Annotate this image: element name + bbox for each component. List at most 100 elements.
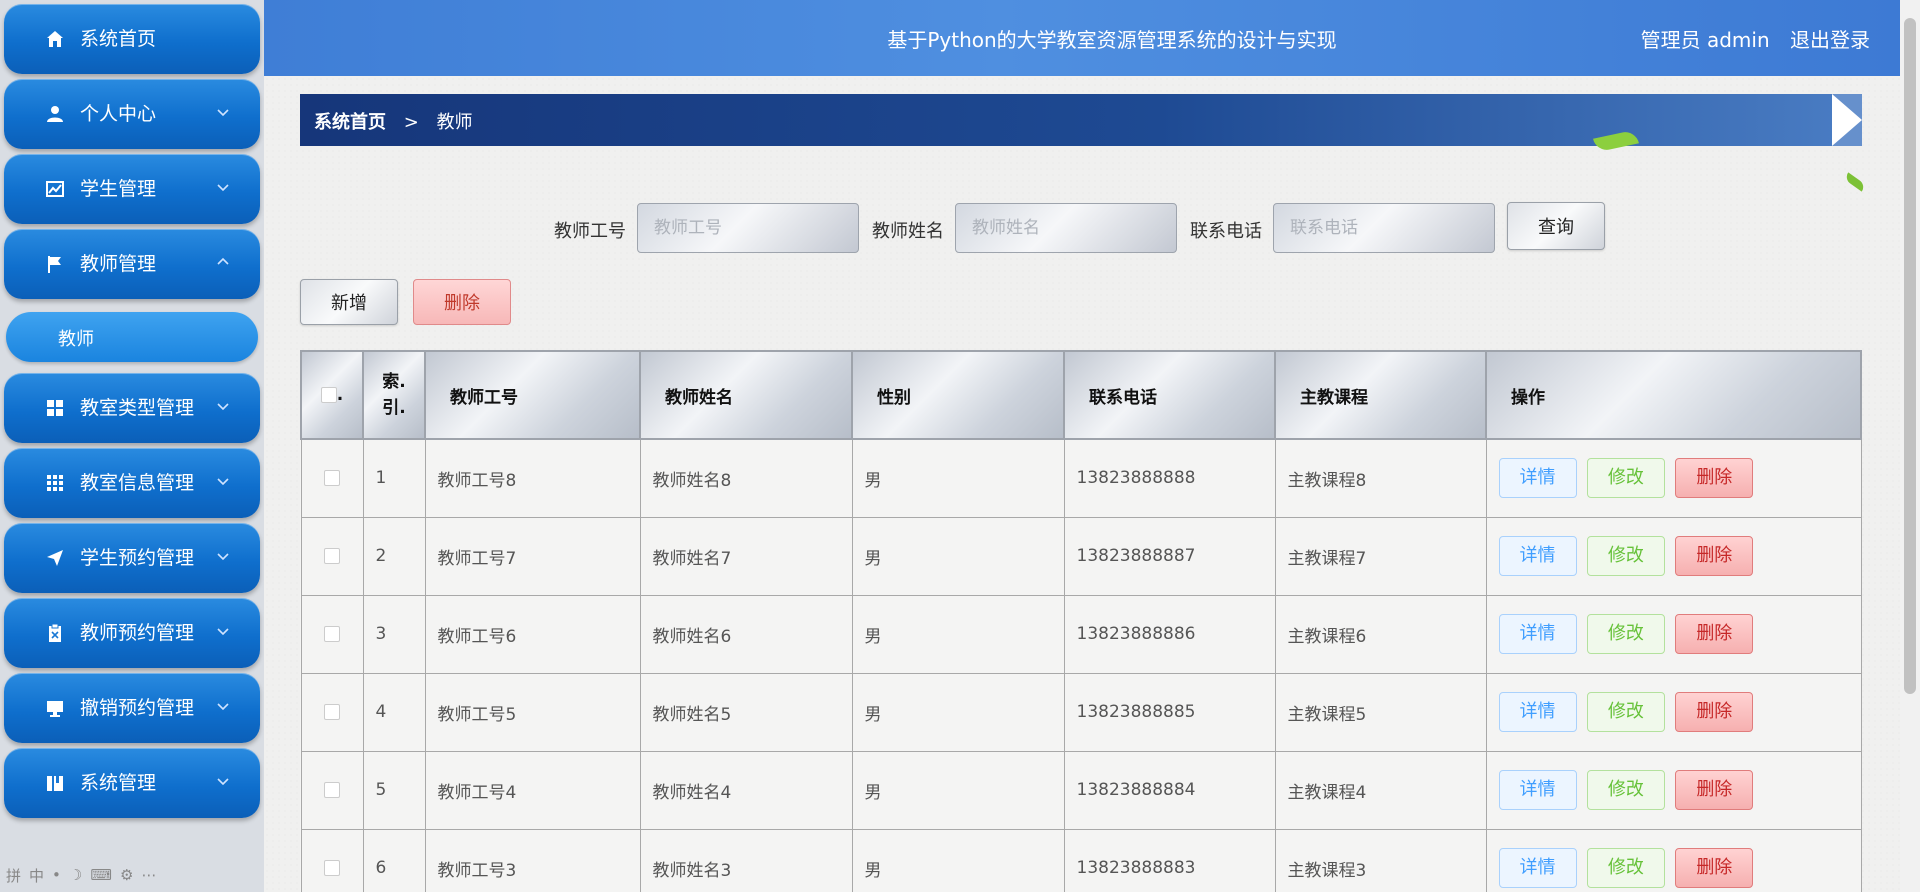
cell-course: 主教课程8	[1274, 438, 1487, 518]
breadcrumb-current: 教师	[436, 112, 473, 133]
delete-button[interactable]: 删除	[1675, 692, 1754, 732]
sidebar-item-home[interactable]: 系统首页	[4, 4, 260, 74]
cell-ops: 详情 修改 删除	[1485, 828, 1862, 892]
row-checkbox[interactable]	[324, 860, 340, 876]
row-check-cell[interactable]	[300, 672, 364, 752]
sidebar-item-label: 系统首页	[80, 28, 157, 50]
query-button[interactable]: 查询	[1507, 202, 1605, 250]
sidebar-item-student-booking[interactable]: 学生预约管理	[4, 523, 260, 593]
chevron-down-icon	[217, 184, 229, 192]
ime-punct-icon[interactable]: •	[52, 866, 61, 884]
sidebar-item-students[interactable]: 学生管理	[4, 154, 260, 224]
ime-pinyin-icon[interactable]: 拼	[6, 865, 21, 886]
delete-button[interactable]: 删除	[1675, 536, 1754, 576]
sidebar-subitem-teacher[interactable]: 教师	[6, 312, 258, 362]
teacher-id-input[interactable]	[637, 203, 859, 253]
cell-teacher-name: 教师姓名7	[639, 516, 853, 596]
header-teacher-name[interactable]: 教师姓名	[639, 350, 853, 440]
delete-button[interactable]: 删除	[1675, 848, 1754, 888]
select-all-checkbox[interactable]	[320, 387, 337, 403]
sidebar-item-teacher-booking[interactable]: 教师预约管理	[4, 598, 260, 668]
edit-button[interactable]: 修改	[1586, 458, 1665, 499]
detail-button[interactable]: 详情	[1498, 536, 1577, 576]
logout-link[interactable]: 退出登录	[1790, 28, 1870, 52]
ime-settings-icon[interactable]: ⚙	[120, 866, 133, 884]
cell-phone: 13823888885	[1063, 672, 1276, 752]
header-gender[interactable]: 性别	[851, 350, 1065, 440]
row-check-cell[interactable]	[300, 516, 364, 596]
row-checkbox[interactable]	[324, 470, 340, 487]
sidebar-item-label: 撤销预约管理	[80, 697, 195, 719]
chevron-down-icon	[217, 628, 229, 636]
detail-button[interactable]: 详情	[1498, 848, 1577, 888]
ime-keyboard-icon[interactable]: ⌨	[90, 866, 112, 884]
sidebar-item-classroom-info[interactable]: 教室信息管理	[4, 448, 260, 518]
cell-ops: 详情 修改 删除	[1485, 438, 1862, 518]
edit-button[interactable]: 修改	[1586, 692, 1665, 732]
teacher-name-input[interactable]	[955, 203, 1177, 253]
search-label-teacher-name: 教师姓名	[872, 221, 944, 242]
cell-teacher-name: 教师姓名6	[639, 594, 853, 674]
search-form: 教师工号 教师姓名 联系电话 查询	[264, 202, 1900, 255]
scrollbar-thumb[interactable]	[1904, 18, 1916, 694]
sidebar-item-label: 学生预约管理	[80, 547, 195, 569]
ime-moon-icon[interactable]: ☽	[69, 866, 82, 884]
page-scrollbar[interactable]	[1900, 0, 1920, 892]
edit-button[interactable]: 修改	[1586, 848, 1665, 888]
clipboard-icon	[44, 622, 66, 644]
header-course[interactable]: 主教课程	[1274, 350, 1487, 440]
edit-button[interactable]: 修改	[1586, 536, 1665, 576]
batch-delete-button[interactable]: 删除	[413, 279, 511, 325]
row-check-cell[interactable]	[300, 828, 364, 892]
breadcrumb-home[interactable]: 系统首页	[314, 112, 386, 133]
edit-button[interactable]: 修改	[1586, 770, 1665, 810]
row-checkbox[interactable]	[324, 782, 340, 798]
sidebar-item-personal[interactable]: 个人中心	[4, 79, 260, 149]
table-header-row: . 索. 引. 教师工号 教师姓名 性别 联系电话 主教课程 操作	[300, 350, 1862, 440]
row-checkbox[interactable]	[324, 626, 340, 642]
cell-index: 2	[362, 516, 426, 596]
detail-button[interactable]: 详情	[1498, 692, 1577, 732]
sidebar-item-label: 系统管理	[80, 772, 157, 794]
row-check-cell[interactable]	[300, 750, 364, 830]
edit-button[interactable]: 修改	[1586, 614, 1665, 654]
cell-gender: 男	[851, 516, 1065, 596]
cell-teacher-id: 教师工号7	[424, 516, 641, 596]
phone-input[interactable]	[1273, 203, 1495, 253]
cell-ops: 详情 修改 删除	[1485, 516, 1862, 596]
ime-more-icon[interactable]: ⋯	[141, 866, 156, 884]
sidebar-subitem-label: 教师	[58, 329, 94, 350]
header-check-label: .	[336, 385, 344, 405]
row-checkbox[interactable]	[324, 704, 340, 720]
cell-phone: 13823888888	[1063, 438, 1276, 518]
table-row: 2 教师工号7 教师姓名7 男 13823888887 主教课程7 详情 修改 …	[300, 516, 1862, 596]
sidebar-item-system[interactable]: 系统管理	[4, 748, 260, 818]
cell-index: 5	[362, 750, 426, 830]
detail-button[interactable]: 详情	[1498, 458, 1577, 499]
row-check-cell[interactable]	[300, 594, 364, 674]
delete-button[interactable]: 删除	[1675, 458, 1754, 499]
row-check-cell[interactable]	[300, 438, 364, 518]
detail-button[interactable]: 详情	[1498, 614, 1577, 654]
delete-button[interactable]: 删除	[1675, 614, 1754, 654]
home-icon	[44, 28, 66, 50]
select-all-header[interactable]: .	[300, 350, 364, 440]
sidebar-item-cancel-booking[interactable]: 撤销预约管理	[4, 673, 260, 743]
cell-teacher-name: 教师姓名4	[639, 750, 853, 830]
user-area: 管理员 admin 退出登录	[1627, 24, 1870, 53]
cell-teacher-id: 教师工号5	[424, 672, 641, 752]
breadcrumb-separator: >	[403, 112, 419, 133]
ime-chinese-icon[interactable]: 中	[29, 865, 44, 886]
delete-button[interactable]: 删除	[1675, 770, 1754, 810]
row-checkbox[interactable]	[324, 548, 340, 564]
cell-index: 1	[362, 438, 426, 518]
header-index: 索. 引.	[362, 350, 426, 440]
sidebar-item-teachers[interactable]: 教师管理	[4, 229, 260, 299]
teacher-table: . 索. 引. 教师工号 教师姓名 性别 联系电话 主教课程 操作 1 教师工号…	[300, 350, 1862, 892]
add-button[interactable]: 新增	[300, 279, 398, 325]
header-teacher-id[interactable]: 教师工号	[424, 350, 641, 440]
header-phone[interactable]: 联系电话	[1063, 350, 1276, 440]
sidebar-item-classroom-types[interactable]: 教室类型管理	[4, 373, 260, 443]
chevron-down-icon	[217, 109, 229, 117]
detail-button[interactable]: 详情	[1498, 770, 1577, 810]
